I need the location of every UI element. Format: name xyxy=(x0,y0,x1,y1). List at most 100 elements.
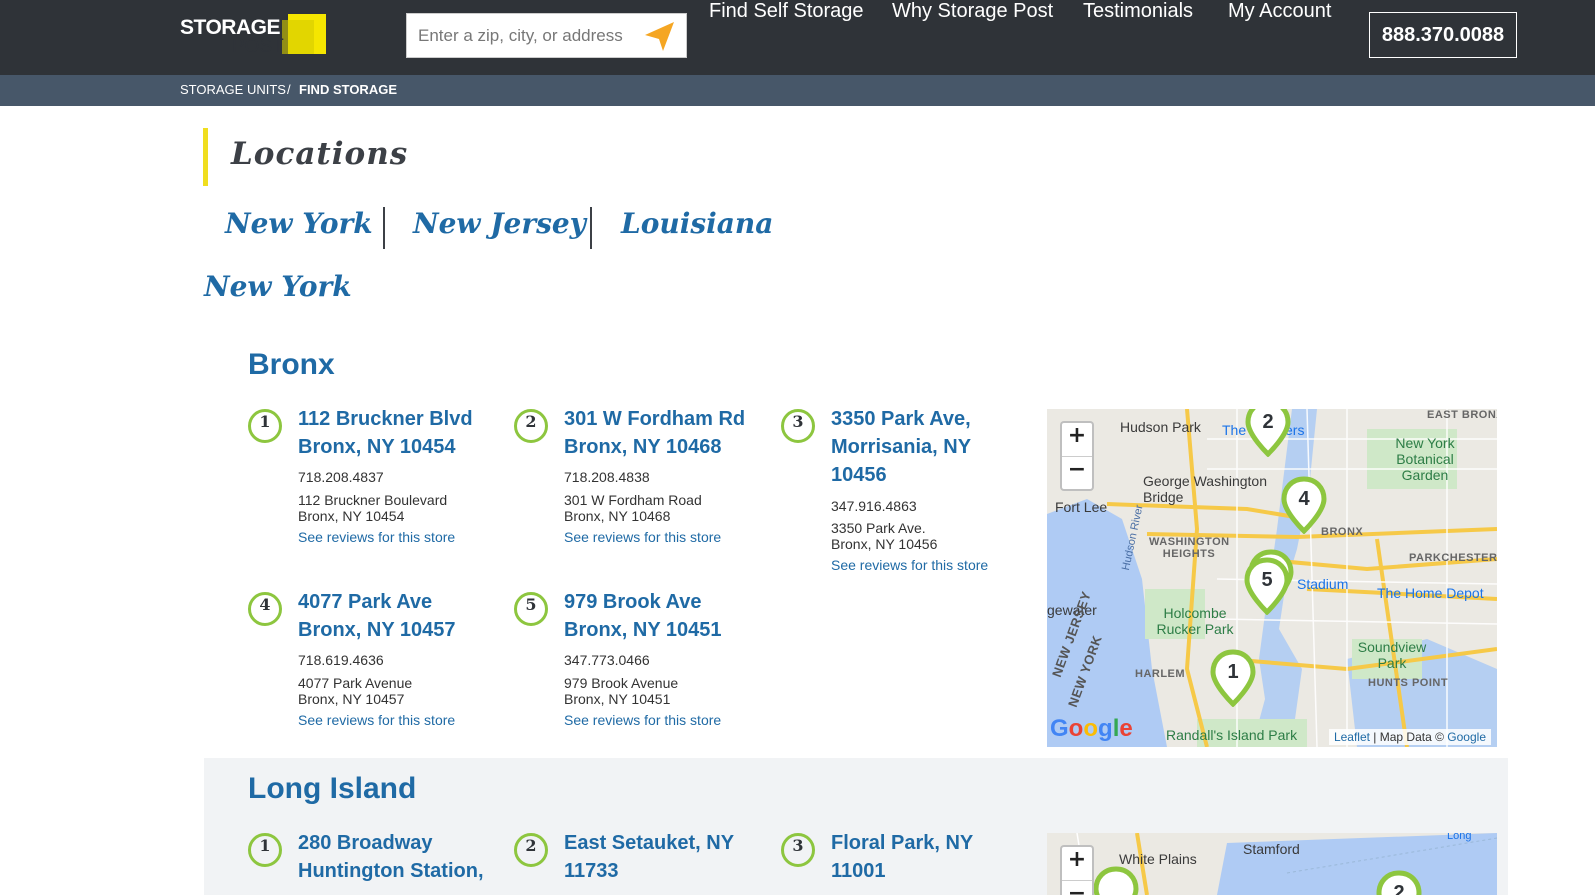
nav-my-account[interactable]: My Account xyxy=(1228,0,1331,70)
store-address-line: Bronx, NY 10468 xyxy=(564,508,671,524)
map-label: New York Botanical Garden xyxy=(1395,435,1455,483)
store-address-line: 112 Bruckner Boulevard xyxy=(298,492,448,508)
map-label: Stadium xyxy=(1297,576,1349,592)
store-address-line: 301 W Fordham Road xyxy=(564,492,702,508)
google-link[interactable]: Google xyxy=(1447,730,1486,744)
store-name-link[interactable]: 112 Bruckner Blvd Bronx, NY 10454 xyxy=(298,405,498,461)
region-heading-long-island: Long Island xyxy=(248,772,417,805)
state-tab-louisiana[interactable]: Louisiana xyxy=(621,207,773,240)
state-tab-new-jersey[interactable]: New Jersey xyxy=(413,207,586,240)
map-marker-pin[interactable]: 1 xyxy=(1209,649,1257,707)
map-label: Randall's Island Park xyxy=(1166,727,1298,743)
map-label: George Washington Bridge xyxy=(1143,473,1267,505)
map-label: Holcombe Rucker Park xyxy=(1156,605,1234,637)
store-phone[interactable]: 347.773.0466 xyxy=(564,652,650,668)
zoom-in-button[interactable]: + xyxy=(1062,847,1092,880)
store-number-badge: 2 xyxy=(514,833,548,867)
store-name-link[interactable]: 4077 Park Ave Bronx, NY 10457 xyxy=(298,588,498,644)
store-name-link[interactable]: 301 W Fordham Rd Bronx, NY 10468 xyxy=(564,405,764,461)
store-reviews-link[interactable]: See reviews for this store xyxy=(564,529,721,545)
store-name-link[interactable]: Floral Park, NY 11001 xyxy=(831,829,1031,885)
region-heading-bronx: Bronx xyxy=(248,348,335,381)
title-accent-bar xyxy=(203,128,208,186)
store-number-badge: 3 xyxy=(781,409,815,443)
store-address-line: Bronx, NY 10456 xyxy=(831,536,938,552)
store-address-line: Bronx, NY 10454 xyxy=(298,508,405,524)
store-address: 4077 Park Avenue Bronx, NY 10457 xyxy=(298,675,412,707)
map-label: HARLEM xyxy=(1135,668,1186,680)
state-tab-divider xyxy=(590,207,592,249)
breadcrumb-separator: / xyxy=(287,82,291,97)
store-name-link[interactable]: 3350 Park Ave, Morrisania, NY 10456 xyxy=(831,405,1031,489)
map-label: Fort Lee xyxy=(1055,499,1108,515)
map-label: Stamford xyxy=(1243,841,1300,857)
store-name-link[interactable]: East Setauket, NY 11733 xyxy=(564,829,764,885)
map-marker-pin[interactable] xyxy=(1092,866,1140,895)
state-tab-new-york[interactable]: New York xyxy=(225,207,373,240)
store-reviews-link[interactable]: See reviews for this store xyxy=(564,712,721,728)
long-island-map[interactable]: White Plains Stamford Long 2 + − xyxy=(1047,833,1497,895)
store-number-badge: 5 xyxy=(514,592,548,626)
location-search-box xyxy=(406,13,687,58)
store-name-line: Morrisania, NY xyxy=(831,436,972,458)
store-name-link[interactable]: 979 Brook Ave Bronx, NY 10451 xyxy=(564,588,764,644)
nav-why-storage-post[interactable]: Why Storage Post xyxy=(892,0,1053,70)
store-number-badge: 2 xyxy=(514,409,548,443)
store-number-badge: 4 xyxy=(248,592,282,626)
phone-number-button[interactable]: 888.370.0088 xyxy=(1369,12,1517,58)
store-phone[interactable]: 718.208.4837 xyxy=(298,469,384,485)
store-address-line: 3350 Park Ave. xyxy=(831,520,926,536)
store-reviews-link[interactable]: See reviews for this store xyxy=(831,557,988,573)
store-name-line: 3350 Park Ave, xyxy=(831,408,971,430)
store-name-line: East Setauket, NY xyxy=(564,832,735,854)
store-name-line: Floral Park, NY xyxy=(831,832,974,854)
store-address: 3350 Park Ave. Bronx, NY 10456 xyxy=(831,520,937,552)
store-reviews-link[interactable]: See reviews for this store xyxy=(298,529,455,545)
state-heading: New York xyxy=(204,270,352,303)
breadcrumb-storage-units[interactable]: STORAGE UNITS xyxy=(180,82,286,97)
store-address: 979 Brook Avenue Bronx, NY 10451 xyxy=(564,675,678,707)
bronx-map[interactable]: Hudson Park The Cloisters New York Botan… xyxy=(1047,409,1497,747)
store-name-line: 11733 xyxy=(564,860,619,882)
map-marker-label: 5 xyxy=(1261,569,1272,591)
map-label: The Home Depot xyxy=(1377,585,1484,601)
store-name-line: Bronx, NY 10457 xyxy=(298,619,456,641)
nav-find-self-storage[interactable]: Find Self Storage xyxy=(709,0,864,70)
store-reviews-link[interactable]: See reviews for this store xyxy=(298,712,455,728)
storage-post-logo[interactable]: STORAGE POST xyxy=(180,14,328,57)
map-marker-pin[interactable]: 2 xyxy=(1375,870,1423,895)
map-marker-pin[interactable]: 4 xyxy=(1280,476,1328,534)
map-marker-pin[interactable]: 5 xyxy=(1243,557,1291,615)
store-address: 301 W Fordham Road Bronx, NY 10468 xyxy=(564,492,702,524)
map-label: PARKCHESTER xyxy=(1409,552,1497,564)
locate-arrow-icon[interactable] xyxy=(639,18,679,54)
store-name-line: 4077 Park Ave xyxy=(298,591,433,613)
map-marker-pin[interactable]: 2 xyxy=(1244,409,1292,457)
map-label: Hudson Park xyxy=(1120,419,1201,435)
map-label: HUNTS POINT xyxy=(1368,677,1449,689)
attribution-text: | Map Data © xyxy=(1369,730,1448,744)
map-marker-label: 2 xyxy=(1393,882,1404,895)
map-attribution: Leaflet | Map Data © Google xyxy=(1328,729,1491,745)
zoom-out-button[interactable]: − xyxy=(1062,456,1092,489)
store-phone[interactable]: 718.208.4838 xyxy=(564,469,650,485)
store-number-badge: 1 xyxy=(248,833,282,867)
store-number-badge: 1 xyxy=(248,409,282,443)
breadcrumb-current: FIND STORAGE xyxy=(299,82,397,97)
store-phone[interactable]: 718.619.4636 xyxy=(298,652,384,668)
store-name-line: 979 Brook Ave xyxy=(564,591,702,613)
store-address-line: Bronx, NY 10457 xyxy=(298,691,405,707)
store-name-link[interactable]: 280 Broadway Huntington Station, xyxy=(298,829,498,885)
store-number-badge: 3 xyxy=(781,833,815,867)
location-search-input[interactable] xyxy=(407,14,637,57)
map-marker-label: 1 xyxy=(1227,661,1238,683)
zoom-out-button[interactable]: − xyxy=(1062,880,1092,895)
store-name-line: 11001 xyxy=(831,860,886,882)
map-label: WASHINGTON HEIGHTS xyxy=(1149,536,1230,560)
zoom-in-button[interactable]: + xyxy=(1062,423,1092,456)
logo-text-post: POST xyxy=(232,36,284,57)
store-address-line: 4077 Park Avenue xyxy=(298,675,413,691)
store-phone[interactable]: 347.916.4863 xyxy=(831,498,917,514)
leaflet-link[interactable]: Leaflet xyxy=(1334,730,1370,744)
nav-testimonials[interactable]: Testimonials xyxy=(1083,0,1193,70)
